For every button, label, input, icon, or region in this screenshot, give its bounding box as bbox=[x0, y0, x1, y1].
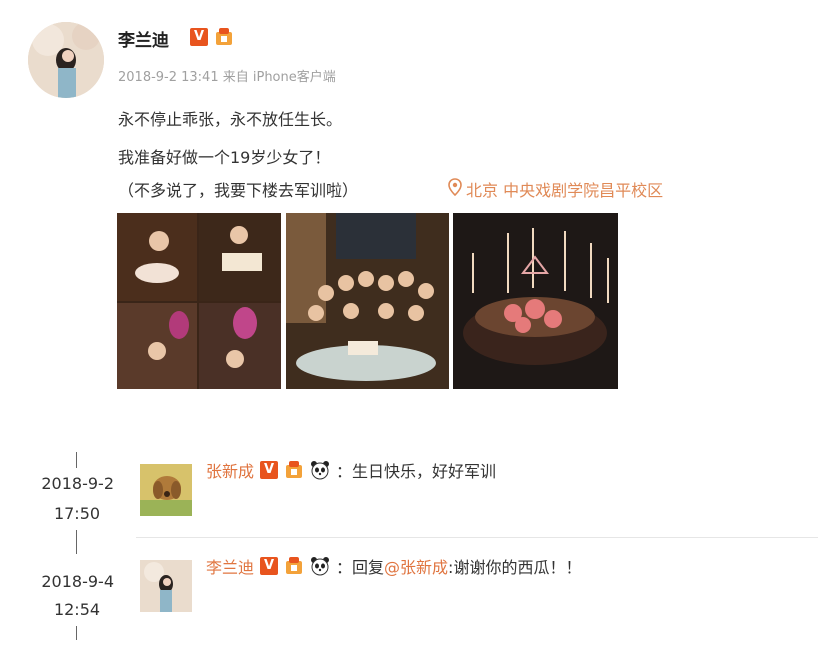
comment-date: 2018-9-2 bbox=[41, 474, 114, 493]
panda-icon bbox=[310, 460, 330, 480]
timeline-tick bbox=[76, 452, 77, 468]
commenter-name[interactable]: 张新成 bbox=[206, 458, 254, 482]
post-meta: 2018-9-2 13:41 来自 iPhone客户端 bbox=[118, 70, 336, 85]
comment-text: ：回复@张新成:谢谢你的西瓜！！ bbox=[336, 554, 581, 578]
location-link[interactable]: 北京 中央戏剧学院昌平校区 bbox=[448, 177, 663, 201]
comment-time: 12:54 bbox=[53, 600, 101, 619]
author-badges: V bbox=[190, 28, 234, 46]
commenter-avatar[interactable] bbox=[140, 464, 192, 516]
commenter-name[interactable]: 李兰迪 bbox=[206, 554, 254, 578]
comment-time: 17:50 bbox=[53, 504, 101, 523]
comment-row: 李兰迪 V ：回复@张新成:谢谢你的西瓜！！ bbox=[206, 554, 581, 578]
location-pin-icon bbox=[448, 178, 462, 200]
author-name[interactable]: 李兰迪 bbox=[118, 26, 169, 51]
commenter-avatar[interactable] bbox=[140, 560, 192, 612]
post-photo-2[interactable] bbox=[286, 213, 449, 389]
mention-link[interactable]: @张新成 bbox=[384, 558, 448, 577]
comment-date: 2018-9-4 bbox=[41, 572, 114, 591]
reply-prefix: ：回复 bbox=[336, 558, 385, 577]
level-icon bbox=[214, 28, 234, 46]
comment-text: ：生日快乐，好好军训 bbox=[336, 462, 497, 481]
post-text-line-2: 我准备好做一个19岁少女了！ bbox=[118, 148, 331, 167]
location-label: 北京 中央戏剧学院昌平校区 bbox=[466, 181, 664, 200]
author-avatar[interactable] bbox=[28, 22, 104, 98]
post-text-line-1: 永不停止乖张，永不放任生长。 bbox=[118, 110, 343, 129]
verified-icon: V bbox=[260, 557, 279, 575]
level-icon bbox=[284, 557, 304, 575]
verified-icon: V bbox=[190, 28, 208, 46]
post-text-line-3: （不多说了，我要下楼去军训啦） bbox=[118, 181, 359, 200]
timeline-tick bbox=[76, 626, 77, 640]
post-photo-3[interactable] bbox=[453, 213, 618, 389]
panda-icon bbox=[310, 556, 330, 576]
comment-row: 张新成 V ：生日快乐，好好军训 bbox=[206, 458, 496, 482]
level-icon bbox=[284, 461, 304, 479]
reply-body: :谢谢你的西瓜！！ bbox=[448, 558, 582, 577]
divider bbox=[136, 537, 818, 538]
post-photo-1[interactable] bbox=[117, 213, 281, 389]
timeline-tick bbox=[76, 530, 77, 554]
verified-icon: V bbox=[260, 461, 279, 479]
